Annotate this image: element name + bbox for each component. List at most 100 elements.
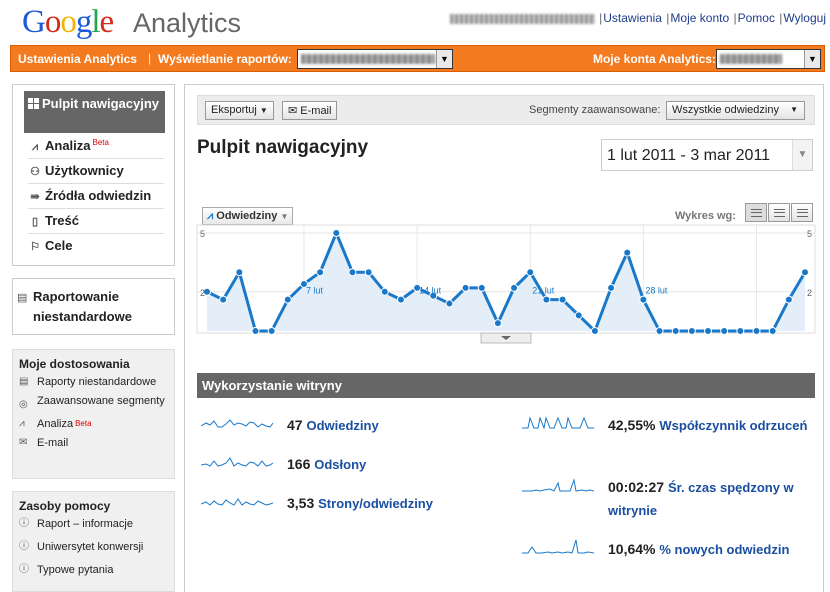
sparkline-bounce-rate (522, 416, 594, 430)
data-point (542, 295, 551, 304)
data-point (704, 327, 713, 335)
x-tick-label: 21 lut (532, 286, 555, 296)
graph-by-day-button[interactable] (745, 203, 767, 222)
data-point (768, 327, 777, 335)
stat-label[interactable]: Współczynnik odrzuceń (659, 418, 807, 433)
dashboard-icon (28, 98, 39, 109)
help-title: Zasoby pomocy (19, 499, 111, 513)
x-tick-label: 14 lut (419, 286, 442, 296)
email-icon: ✉ (19, 437, 28, 448)
analytics-settings-link[interactable]: Ustawienia Analytics (18, 52, 137, 66)
x-tick-label: 7 lut (306, 286, 324, 296)
y-tick-label: 5 (807, 229, 812, 239)
my-accounts-select[interactable]: ▼ (716, 49, 821, 69)
beta-badge: Beta (75, 419, 92, 428)
settings-link[interactable]: Ustawienia (603, 11, 662, 25)
flag-icon: ⚐ (30, 241, 40, 253)
metric-selector[interactable]: ⩘ Odwiedziny ▼ (202, 207, 294, 225)
stat-new-visits[interactable]: 10,64% % nowych odwiedzin (522, 538, 808, 561)
data-point (639, 295, 648, 304)
data-point (267, 327, 276, 335)
traffic-sources-icon: ⇛ (30, 191, 40, 203)
segments-label: Segmenty zaawansowane: (529, 104, 661, 116)
email-icon: ✉ (288, 105, 298, 117)
data-point (348, 268, 357, 277)
data-point (752, 327, 761, 335)
sidebar-item-analysis[interactable]: ⩘ Analiza Beta (28, 134, 164, 159)
stat-label[interactable]: Strony/odwiedziny (318, 496, 433, 511)
stat-label[interactable]: % nowych odwiedzin (659, 542, 789, 557)
report-view-select[interactable]: ▼ (297, 49, 453, 69)
logout-link[interactable]: Wyloguj (783, 11, 826, 25)
report-info-link[interactable]: ⓘ Raport – informacje (19, 517, 174, 531)
data-point (623, 248, 632, 257)
analysis-icon: ⩘ (19, 418, 25, 429)
custom-reports-link[interactable]: ▤ Raporty niestandardowe (19, 375, 174, 389)
my-accounts-label: Moje konta Analytics: (593, 52, 716, 66)
analysis-link[interactable]: ⩘ Analiza Beta (19, 417, 174, 431)
stat-value: 3,53 (287, 495, 315, 511)
data-point (332, 229, 341, 237)
stat-visits[interactable]: 47 Odwiedziny (201, 414, 379, 437)
chevron-down-icon: ▼ (280, 212, 289, 221)
chevron-down-icon: ▼ (259, 106, 268, 115)
common-questions-link[interactable]: ⓘ Typowe pytania (19, 563, 174, 577)
sidebar-item-goals[interactable]: ⚐ Cele (28, 234, 164, 259)
data-point (655, 327, 664, 335)
account-email (449, 13, 595, 24)
y-tick-label: 2 (807, 288, 812, 298)
data-point (574, 311, 583, 320)
help-link[interactable]: Pomoc (738, 11, 775, 25)
chevron-down-icon: ▼ (436, 50, 452, 68)
sidebar-item-traffic-sources[interactable]: ⇛ Źródła odwiedzin (28, 184, 164, 209)
conversion-university-link[interactable]: ⓘ Uniwersytet konwersji (19, 540, 174, 554)
sparkline-pageviews (201, 457, 273, 467)
my-account-link[interactable]: Moje konto (670, 11, 729, 25)
date-range-picker[interactable]: 1 lut 2011 - 3 mar 2011 ▼ (601, 139, 813, 171)
analytics-logo-text: Analytics (133, 8, 242, 38)
sparkline-visits (201, 419, 273, 428)
sidebar-item-users[interactable]: ⚇ Użytkownicy (28, 159, 164, 184)
help-icon: ⓘ (19, 518, 29, 529)
stat-pageviews[interactable]: 166 Odsłony (201, 453, 366, 476)
data-point (396, 295, 405, 304)
advanced-segments-link[interactable]: ◎ Zaawansowane segmenty (19, 394, 174, 412)
export-button[interactable]: Eksportuj ▼ (205, 101, 274, 120)
stat-label[interactable]: Odwiedziny (306, 418, 378, 433)
email-link[interactable]: ✉ E-mail (19, 436, 174, 450)
chart-plot: 2 2 5 5 7 lut 14 lut 21 lut 28 lut (196, 224, 816, 344)
stat-avg-time[interactable]: 00:02:27 Śr. czas spędzony w witrynie (522, 476, 818, 522)
data-point (283, 295, 292, 304)
data-point (316, 268, 325, 277)
sparkline-avg-time (522, 478, 594, 492)
graph-by-month-button[interactable] (791, 203, 813, 222)
chevron-down-icon: ▼ (804, 50, 820, 68)
stat-label[interactable]: Odsłony (314, 457, 366, 472)
sparkline-pages-per-visit (201, 498, 273, 506)
data-point (477, 283, 486, 292)
email-button[interactable]: ✉ E-mail (282, 101, 338, 120)
data-point (219, 295, 228, 304)
sparkline-new-visits (522, 539, 594, 554)
sidebar-item-dashboard[interactable]: Pulpit nawigacyjny (24, 91, 165, 133)
customizations-panel: Moje dostosowania ▤ Raporty niestandardow… (12, 349, 175, 479)
chevron-down-icon: ▼ (790, 105, 798, 114)
stat-pages-per-visit[interactable]: 3,53 Strony/odwiedziny (201, 492, 433, 515)
report-icon: ▤ (17, 292, 28, 304)
account-bar: Ustawienia Analytics | Wyświetlanie rapo… (10, 45, 825, 72)
data-point (380, 287, 389, 296)
top-links: |Ustawienia |Moje konto |Pomoc |Wyloguj (449, 11, 826, 25)
data-point (526, 268, 535, 277)
stat-value: 42,55% (608, 417, 656, 433)
custom-reporting-link[interactable]: ▤ Raportowanie niestandardowe (12, 278, 175, 335)
google-logo[interactable]: Google (22, 4, 114, 41)
graph-by-label: Wykres wg: (675, 210, 736, 222)
data-point (801, 268, 809, 277)
data-point (235, 268, 244, 277)
segments-select[interactable]: Wszystkie odwiedziny ▼ (666, 101, 805, 120)
data-point (590, 327, 599, 335)
graph-by-week-button[interactable] (768, 203, 790, 222)
data-point (461, 283, 470, 292)
sidebar-item-content[interactable]: ▯ Treść (28, 209, 164, 234)
stat-bounce-rate[interactable]: 42,55% Współczynnik odrzuceń (522, 414, 808, 437)
